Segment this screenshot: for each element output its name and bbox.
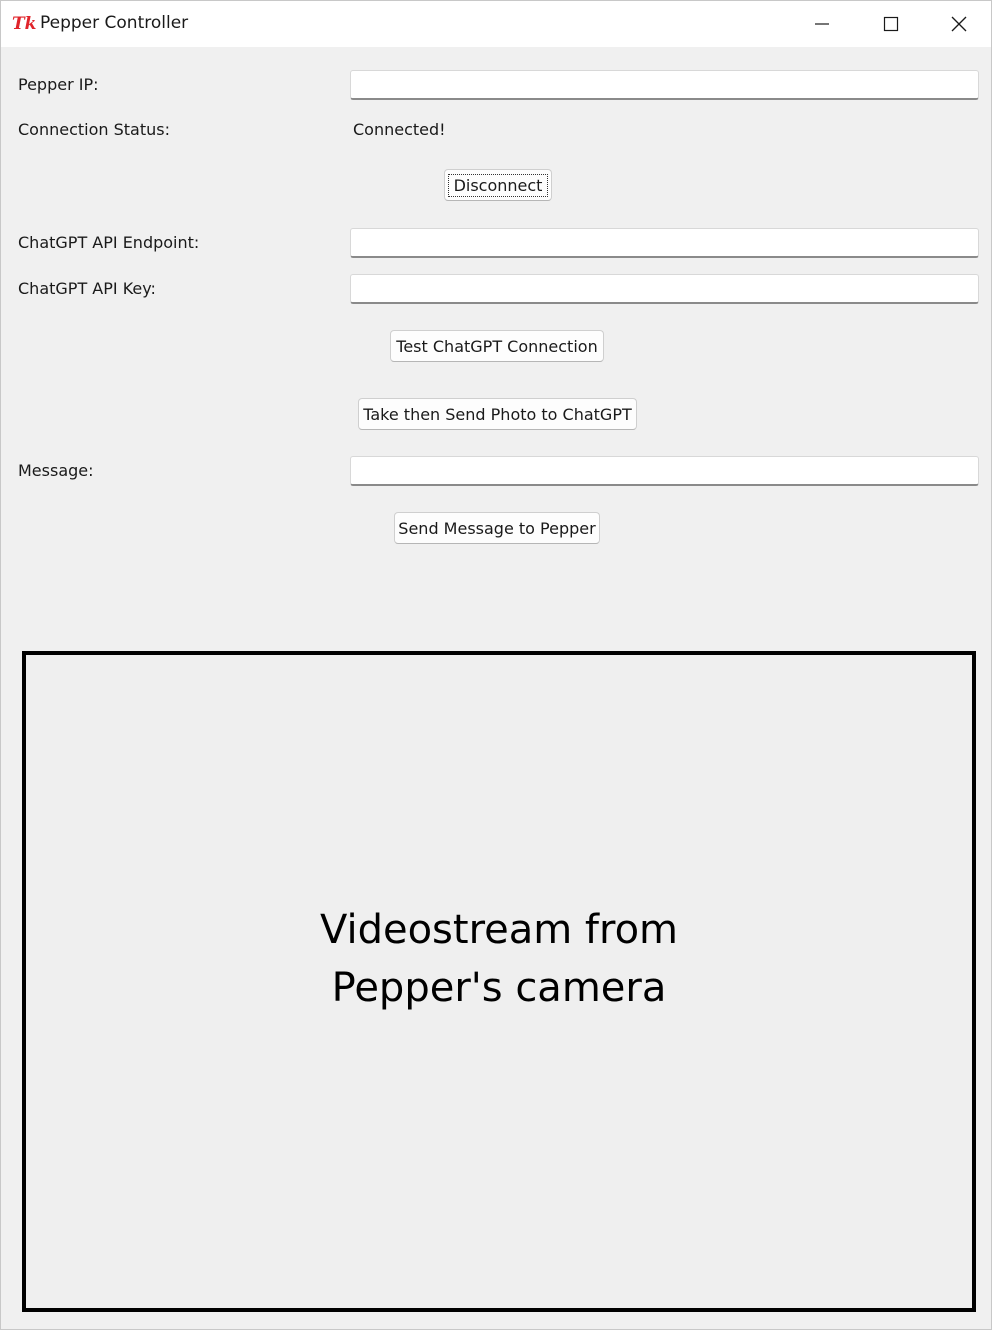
api-endpoint-label: ChatGPT API Endpoint: xyxy=(18,233,200,252)
connection-status-label: Connection Status: xyxy=(18,120,170,139)
test-chatgpt-connection-label: Test ChatGPT Connection xyxy=(396,336,598,356)
api-endpoint-input[interactable] xyxy=(350,228,979,258)
send-message-label: Send Message to Pepper xyxy=(398,518,596,538)
window-title: Pepper Controller xyxy=(40,13,189,33)
send-photo-button[interactable]: Take then Send Photo to ChatGPT xyxy=(358,398,637,430)
maximize-icon xyxy=(883,16,899,32)
pepper-ip-input[interactable] xyxy=(350,70,979,100)
message-input[interactable] xyxy=(350,456,979,486)
api-key-label: ChatGPT API Key: xyxy=(18,279,156,298)
disconnect-button[interactable]: Disconnect xyxy=(444,169,552,201)
tk-feather-icon: Tk xyxy=(12,14,36,34)
video-text-line1: Videostream from xyxy=(319,906,679,953)
test-chatgpt-connection-button[interactable]: Test ChatGPT Connection xyxy=(390,330,604,362)
connection-status-value: Connected! xyxy=(353,120,446,139)
pepper-ip-label: Pepper IP: xyxy=(18,75,99,94)
close-icon xyxy=(951,16,966,32)
minimize-button[interactable] xyxy=(787,1,857,47)
send-photo-label: Take then Send Photo to ChatGPT xyxy=(363,404,632,424)
video-stream-frame: Videostream from Pepper's camera xyxy=(22,651,976,1312)
message-label: Message: xyxy=(18,461,94,480)
title-bar[interactable]: Tk Pepper Controller xyxy=(1,1,991,47)
app-window: Tk Pepper Controller Pepper IP: Connecti… xyxy=(0,0,992,1330)
disconnect-button-label: Disconnect xyxy=(447,173,549,197)
send-message-button[interactable]: Send Message to Pepper xyxy=(394,512,600,544)
maximize-button[interactable] xyxy=(856,1,926,47)
video-text-line2: Pepper's camera xyxy=(331,964,667,1011)
video-placeholder-text: Videostream from Pepper's camera xyxy=(320,901,678,1017)
minimize-icon xyxy=(815,23,829,25)
close-button[interactable] xyxy=(926,1,991,47)
api-key-input[interactable] xyxy=(350,274,979,304)
svg-text:Tk: Tk xyxy=(12,14,36,34)
